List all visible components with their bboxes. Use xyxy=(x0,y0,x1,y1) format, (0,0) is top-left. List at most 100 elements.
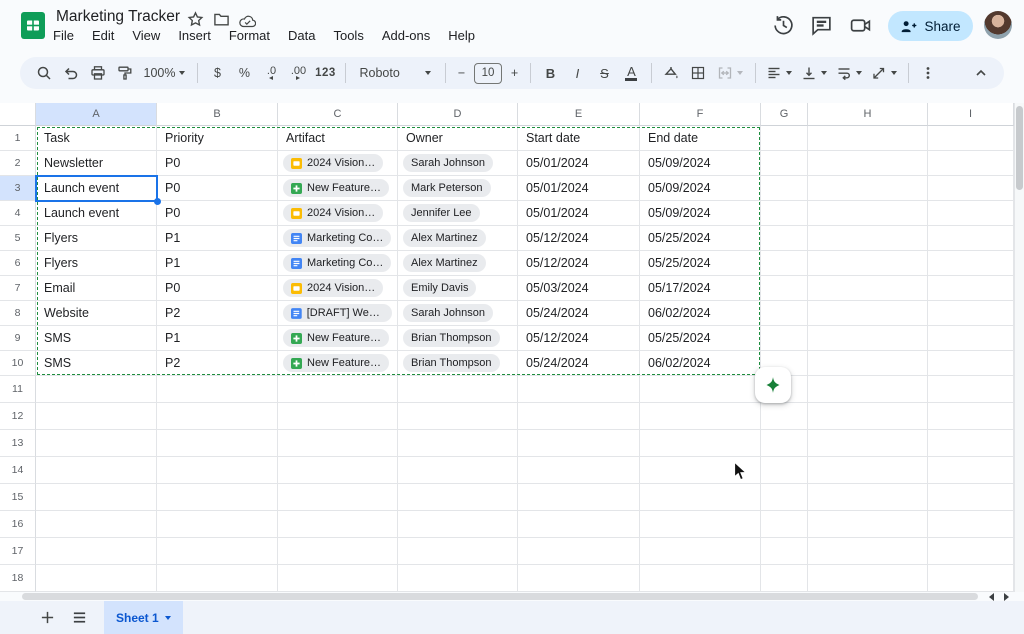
cell-H1[interactable] xyxy=(808,126,928,151)
cell-I15[interactable] xyxy=(928,484,1014,511)
column-header-H[interactable]: H xyxy=(808,103,928,126)
cell-H12[interactable] xyxy=(808,403,928,430)
cell-H2[interactable] xyxy=(808,151,928,176)
cell-B5[interactable]: P1 xyxy=(157,226,278,251)
comments-icon[interactable] xyxy=(810,14,833,37)
cell-C11[interactable] xyxy=(278,376,398,403)
cell-I8[interactable] xyxy=(928,301,1014,326)
meet-video-icon[interactable] xyxy=(849,14,872,37)
cell-C5[interactable]: Marketing Co… xyxy=(278,226,398,251)
collapse-toolbar-icon[interactable] xyxy=(969,61,993,85)
cell-B1[interactable]: Priority xyxy=(157,126,278,151)
cell-F17[interactable] xyxy=(640,538,761,565)
cell-B2[interactable]: P0 xyxy=(157,151,278,176)
column-header-I[interactable]: I xyxy=(928,103,1014,126)
menu-format[interactable]: Format xyxy=(220,28,279,43)
cell-D16[interactable] xyxy=(398,511,518,538)
cell-I10[interactable] xyxy=(928,351,1014,376)
cell-G14[interactable] xyxy=(761,457,808,484)
chip[interactable]: Emily Davis xyxy=(403,279,476,297)
cell-F2[interactable]: 05/09/2024 xyxy=(640,151,761,176)
cell-I9[interactable] xyxy=(928,326,1014,351)
menu-insert[interactable]: Insert xyxy=(169,28,220,43)
cell-A5[interactable]: Flyers xyxy=(36,226,157,251)
cell-A10[interactable]: SMS xyxy=(36,351,157,376)
cell-A17[interactable] xyxy=(36,538,157,565)
row-header-8[interactable]: 8 xyxy=(0,301,36,326)
cell-D11[interactable] xyxy=(398,376,518,403)
cell-C2[interactable]: 2024 Vision… xyxy=(278,151,398,176)
column-header-A[interactable]: A xyxy=(36,103,157,126)
row-header-15[interactable]: 15 xyxy=(0,484,36,511)
cell-H8[interactable] xyxy=(808,301,928,326)
cell-G4[interactable] xyxy=(761,201,808,226)
cell-E14[interactable] xyxy=(518,457,640,484)
chip[interactable]: Marketing Co… xyxy=(283,229,391,247)
cell-C6[interactable]: Marketing Co… xyxy=(278,251,398,276)
row-header-11[interactable]: 11 xyxy=(0,376,36,403)
cell-D3[interactable]: Mark Peterson xyxy=(398,176,518,201)
cell-I2[interactable] xyxy=(928,151,1014,176)
vertical-scrollbar[interactable] xyxy=(1014,103,1024,592)
chip[interactable]: New Feature… xyxy=(283,329,389,347)
row-header-14[interactable]: 14 xyxy=(0,457,36,484)
row-header-3[interactable]: 3 xyxy=(0,176,36,201)
cell-D15[interactable] xyxy=(398,484,518,511)
cell-H4[interactable] xyxy=(808,201,928,226)
row-header-9[interactable]: 9 xyxy=(0,326,36,351)
cell-D4[interactable]: Jennifer Lee xyxy=(398,201,518,226)
cell-C10[interactable]: New Feature… xyxy=(278,351,398,376)
version-history-icon[interactable] xyxy=(772,14,795,37)
cell-D9[interactable]: Brian Thompson xyxy=(398,326,518,351)
cell-F13[interactable] xyxy=(640,430,761,457)
cell-H18[interactable] xyxy=(808,565,928,592)
cell-F3[interactable]: 05/09/2024 xyxy=(640,176,761,201)
cell-B4[interactable]: P0 xyxy=(157,201,278,226)
cell-B3[interactable]: P0 xyxy=(157,176,278,201)
cell-C3[interactable]: New Feature… xyxy=(278,176,398,201)
chip[interactable]: Marketing Co… xyxy=(283,254,391,272)
cell-H7[interactable] xyxy=(808,276,928,301)
menu-add-ons[interactable]: Add-ons xyxy=(373,28,439,43)
cell-A15[interactable] xyxy=(36,484,157,511)
cell-E15[interactable] xyxy=(518,484,640,511)
chip[interactable]: New Feature… xyxy=(283,179,389,197)
cell-D10[interactable]: Brian Thompson xyxy=(398,351,518,376)
vertical-align-icon[interactable] xyxy=(798,61,830,85)
menu-view[interactable]: View xyxy=(123,28,169,43)
scroll-right-arrow[interactable] xyxy=(1004,593,1009,601)
row-header-16[interactable]: 16 xyxy=(0,511,36,538)
cell-B6[interactable]: P1 xyxy=(157,251,278,276)
cell-G16[interactable] xyxy=(761,511,808,538)
chip[interactable]: 2024 Vision… xyxy=(283,279,383,297)
cell-A18[interactable] xyxy=(36,565,157,592)
cell-E13[interactable] xyxy=(518,430,640,457)
cell-F5[interactable]: 05/25/2024 xyxy=(640,226,761,251)
cell-B11[interactable] xyxy=(157,376,278,403)
cell-C7[interactable]: 2024 Vision… xyxy=(278,276,398,301)
horizontal-scrollbar[interactable] xyxy=(0,592,1024,601)
document-title[interactable]: Marketing Tracker xyxy=(56,8,180,26)
decrease-font-size-button[interactable]: − xyxy=(453,61,469,85)
cell-I13[interactable] xyxy=(928,430,1014,457)
cell-C12[interactable] xyxy=(278,403,398,430)
share-button[interactable]: Share xyxy=(888,11,973,41)
cell-F16[interactable] xyxy=(640,511,761,538)
chip[interactable]: [DRAFT] Web… xyxy=(283,304,392,322)
cell-I6[interactable] xyxy=(928,251,1014,276)
row-header-2[interactable]: 2 xyxy=(0,151,36,176)
cell-A3[interactable]: Launch event xyxy=(36,176,157,201)
cell-H5[interactable] xyxy=(808,226,928,251)
sheet-tab[interactable]: Sheet 1 xyxy=(104,601,183,634)
column-header-B[interactable]: B xyxy=(157,103,278,126)
chip[interactable]: Mark Peterson xyxy=(403,179,491,197)
cell-H10[interactable] xyxy=(808,351,928,376)
cell-G5[interactable] xyxy=(761,226,808,251)
cell-D6[interactable]: Alex Martinez xyxy=(398,251,518,276)
menu-tools[interactable]: Tools xyxy=(324,28,372,43)
cell-H6[interactable] xyxy=(808,251,928,276)
undo-icon[interactable] xyxy=(59,61,83,85)
cell-I17[interactable] xyxy=(928,538,1014,565)
cell-E2[interactable]: 05/01/2024 xyxy=(518,151,640,176)
format-currency-button[interactable]: $ xyxy=(205,61,229,85)
